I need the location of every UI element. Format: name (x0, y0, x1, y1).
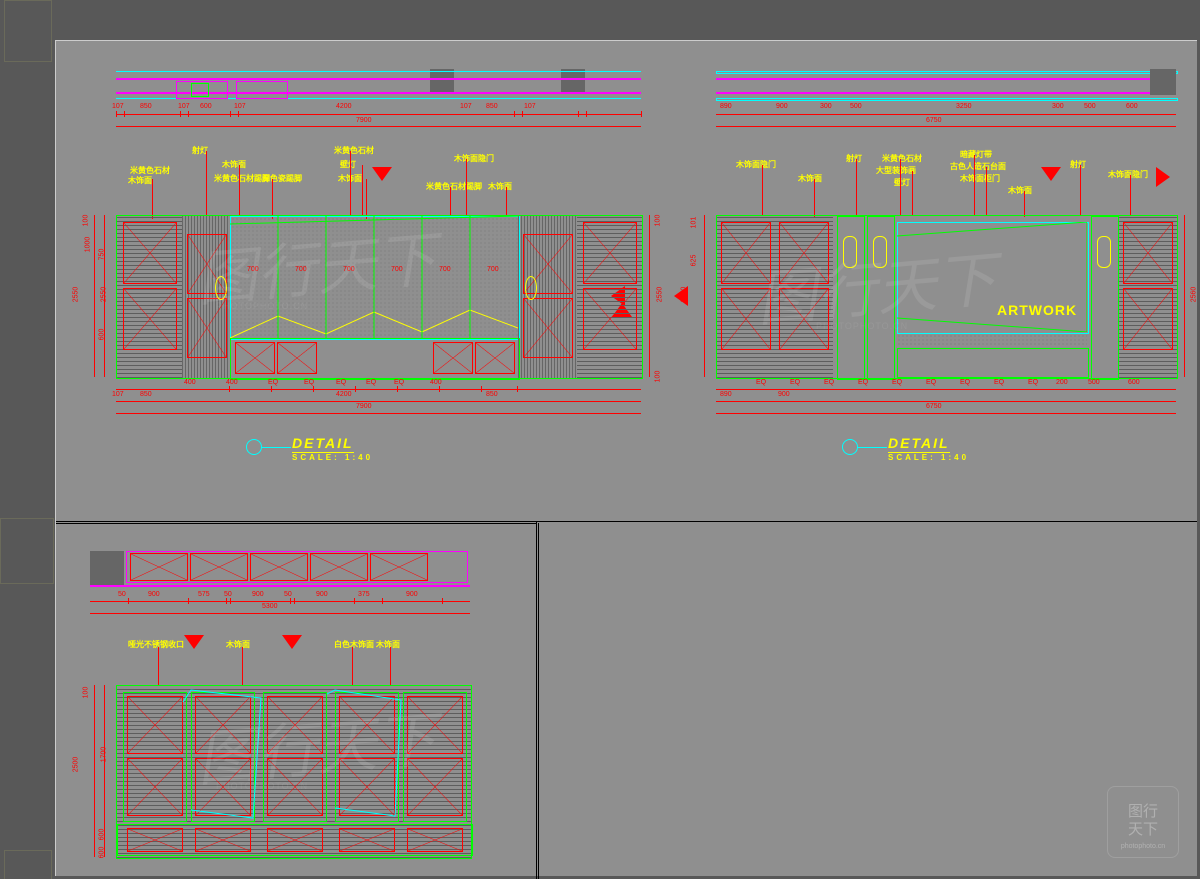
section-arrow-icon (372, 167, 392, 181)
cad-sheet: 107 850 107 600 107 4200 107 850 107 790… (55, 40, 1197, 876)
elevation-C (116, 685, 472, 859)
elevation-A: 700 700 700 700 700 700 (116, 215, 643, 379)
artwork-label: ARTWORK (997, 302, 1077, 318)
center-glass-icon (230, 216, 518, 338)
divider-h (56, 521, 1197, 522)
watermark-logo: 图行天下photophoto.cn (1107, 786, 1179, 858)
divider-v (536, 521, 537, 879)
title-B: DETAIL SCALE: 1:40 (888, 435, 969, 462)
elevation-B: ARTWORK (716, 215, 1178, 379)
title-A: DETAIL SCALE: 1:40 (292, 435, 373, 462)
